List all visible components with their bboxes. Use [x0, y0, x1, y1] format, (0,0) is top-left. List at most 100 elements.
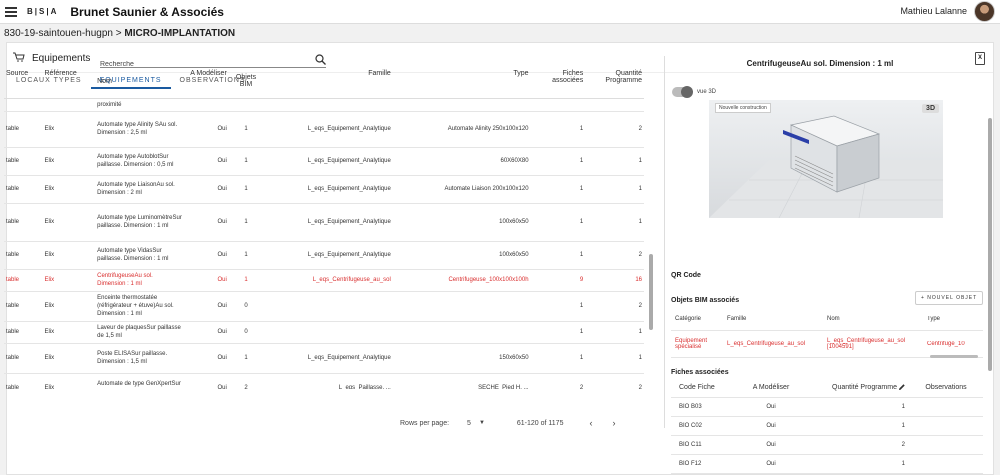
- fiches-cell-modeliser: Oui: [766, 423, 776, 429]
- table-row[interactable]: table Elix Automate type VidasSur paillass…: [4, 241, 644, 270]
- cell-type: [392, 321, 531, 344]
- fiches-cell-modeliser: Oui: [766, 442, 776, 448]
- table-row[interactable]: table Elix Enceinte thermostatée (réfrigér…: [4, 291, 644, 322]
- new-object-button[interactable]: + NOUVEL OBJET: [915, 291, 984, 305]
- cell-fiches: 1: [530, 321, 586, 344]
- fiches-col-modeliser: A Modéliser: [752, 384, 790, 391]
- table-row[interactable]: table Elix Poste ELISASur paillasse. Dimen…: [4, 343, 644, 374]
- cell-nom: Automate type LiaisonAu sol. Dimension :…: [95, 175, 185, 204]
- breadcrumb-project[interactable]: 830-19-saintouen-hugpn >: [4, 28, 124, 39]
- fiches-cell-code: BIO C11: [679, 442, 702, 448]
- fiches-cell-quantite: 1: [901, 404, 905, 410]
- cell-fiches: 1: [530, 175, 586, 204]
- fiches-row[interactable]: BIO F12 Oui 1: [671, 455, 983, 474]
- col-objets-bim[interactable]: Objets BIM: [228, 66, 264, 99]
- cell-nom: proximité: [95, 98, 185, 112]
- cell-reference: Elix: [42, 241, 96, 270]
- cell-a-modeliser: Oui: [184, 373, 229, 389]
- logo: B|S|A: [27, 7, 59, 16]
- cell-reference: Elix: [42, 321, 96, 344]
- cell-source: table: [4, 373, 43, 389]
- cell-source: table: [4, 269, 43, 292]
- cell-fiches: 2: [530, 373, 586, 389]
- rows-per-page-select[interactable]: 5 ▼: [467, 420, 485, 427]
- fiches-cell-quantite: 2: [901, 442, 905, 448]
- next-page-button[interactable]: ›: [612, 418, 615, 428]
- vue-3d-toggle[interactable]: [672, 86, 693, 98]
- fiches-row[interactable]: BIO C02 Oui 1: [671, 417, 983, 436]
- search-icon[interactable]: [315, 54, 326, 65]
- fiches-cell-code: BIO F12: [679, 461, 702, 467]
- objets-cell-famille: L_eqs_Centrifugeuse_au_sol: [727, 341, 806, 347]
- fiches-cell-quantite: 1: [901, 461, 905, 467]
- cell-type: SECHE_Pied H, ...: [392, 373, 531, 389]
- fiches-row[interactable]: BIO C11 Oui 2: [671, 436, 983, 455]
- table-row[interactable]: table Elix Automate type AutoblotSur paill…: [4, 147, 644, 176]
- objets-horizontal-scrollbar[interactable]: [930, 355, 978, 358]
- avatar[interactable]: [974, 1, 995, 22]
- objets-header-row: Catégorie Famille Nom Type: [671, 307, 983, 331]
- col-nom[interactable]: Nom: [95, 66, 185, 99]
- cell-famille: L_eqs_Paillasse, ...: [263, 373, 393, 389]
- cell-nom: Automate type LuminomètreSur paillasse. …: [95, 203, 185, 242]
- objets-bim-table: Catégorie Famille Nom Type Equipement sp…: [671, 307, 983, 358]
- cell-fiches: 1: [530, 343, 586, 374]
- viewer-tag: Nouvelle construction: [715, 103, 771, 113]
- fiches-col-observations: Observations: [925, 384, 967, 391]
- cell-famille: L_eqs_Equipement_Analytique: [263, 175, 393, 204]
- cell-type: Centrifugeuse_100x100x100h: [392, 269, 531, 292]
- cell-objets-bim: 1: [228, 269, 264, 292]
- table-row[interactable]: table Elix Automate type LiaisonAu sol. Di…: [4, 175, 644, 204]
- user-name[interactable]: Mathieu Lalanne: [900, 6, 967, 16]
- table-row[interactable]: tableElixAutomate de type GenXpertSur pa…: [4, 373, 644, 389]
- fiches-cell-modeliser: Oui: [766, 461, 776, 467]
- fiches-cell-code: BIO C02: [679, 423, 703, 429]
- cell-fiches: 9: [530, 269, 586, 292]
- cell-famille: [263, 321, 393, 344]
- detail-scrollbar[interactable]: [988, 118, 992, 371]
- col-fiches[interactable]: Fiches associées: [530, 66, 586, 99]
- col-source[interactable]: Source: [4, 66, 43, 99]
- cell-nom: Enceinte thermostatée (réfrigérateur + é…: [95, 291, 185, 322]
- equipements-table-panel: Source Référence Nom A Modéliser Objets …: [4, 66, 654, 428]
- table-body: proximité table Elix Automate type Alinity…: [4, 98, 654, 389]
- fiches-body: BIO B03 Oui 1 BIO C02 Oui 1 BIO C11 Oui 2 BIO F12…: [671, 398, 983, 474]
- table-row[interactable]: table Elix Laveur de plaquesSur paillasse …: [4, 321, 644, 344]
- cell-type: 100x60x50: [392, 241, 531, 270]
- viewer-3d-badge[interactable]: 3D: [922, 104, 939, 113]
- cell-quantite: 16: [585, 269, 644, 292]
- toggle-knob: [681, 86, 693, 98]
- rows-per-page-label: Rows per page:: [400, 419, 450, 427]
- cell-objets-bim: 1: [228, 147, 264, 176]
- col-reference[interactable]: Référence: [42, 66, 96, 99]
- objets-col-nom: Nom: [827, 315, 840, 322]
- menu-icon[interactable]: [5, 6, 17, 17]
- fiches-cell-modeliser: Oui: [766, 404, 776, 410]
- cell-fiches: 1: [530, 241, 586, 270]
- fiches-row[interactable]: BIO B03 Oui 1: [671, 398, 983, 417]
- 3d-viewer[interactable]: Nouvelle construction 3D: [709, 100, 943, 218]
- cell-reference: Elix: [42, 291, 96, 322]
- table-row-partial: proximité: [4, 98, 644, 112]
- table-row[interactable]: table Elix CentrifugeuseAu sol. Dimension …: [4, 269, 644, 292]
- table-scrollbar[interactable]: [649, 254, 653, 330]
- cell-source: table: [4, 321, 43, 344]
- centrifuge-model-image: [709, 115, 943, 218]
- cell-type: 150x60x50: [392, 343, 531, 374]
- objets-col-famille: Famille: [727, 315, 747, 322]
- prev-page-button[interactable]: ‹: [589, 418, 592, 428]
- pencil-icon[interactable]: [899, 384, 905, 391]
- cell-famille: L_eqs_Equipement_Analytique: [263, 241, 393, 270]
- table-row[interactable]: table Elix Automate type LuminomètreSur pa…: [4, 203, 644, 242]
- col-quantite[interactable]: Quantité Programme: [585, 66, 644, 99]
- objets-row[interactable]: Equipement spécialisé L_eqs_Centrifugeus…: [671, 331, 983, 358]
- cell-reference: Elix: [42, 147, 96, 176]
- cell-source: table: [4, 203, 43, 242]
- cart-icon: [13, 52, 25, 62]
- cell-a-modeliser: Oui: [184, 269, 229, 292]
- col-type[interactable]: Type: [392, 66, 531, 99]
- cell-a-modeliser: Oui: [184, 147, 229, 176]
- col-a-modeliser[interactable]: A Modéliser: [184, 66, 229, 99]
- col-famille[interactable]: Famille: [263, 66, 393, 99]
- table-row[interactable]: table Elix Automate type Alinity SAu sol. …: [4, 111, 644, 148]
